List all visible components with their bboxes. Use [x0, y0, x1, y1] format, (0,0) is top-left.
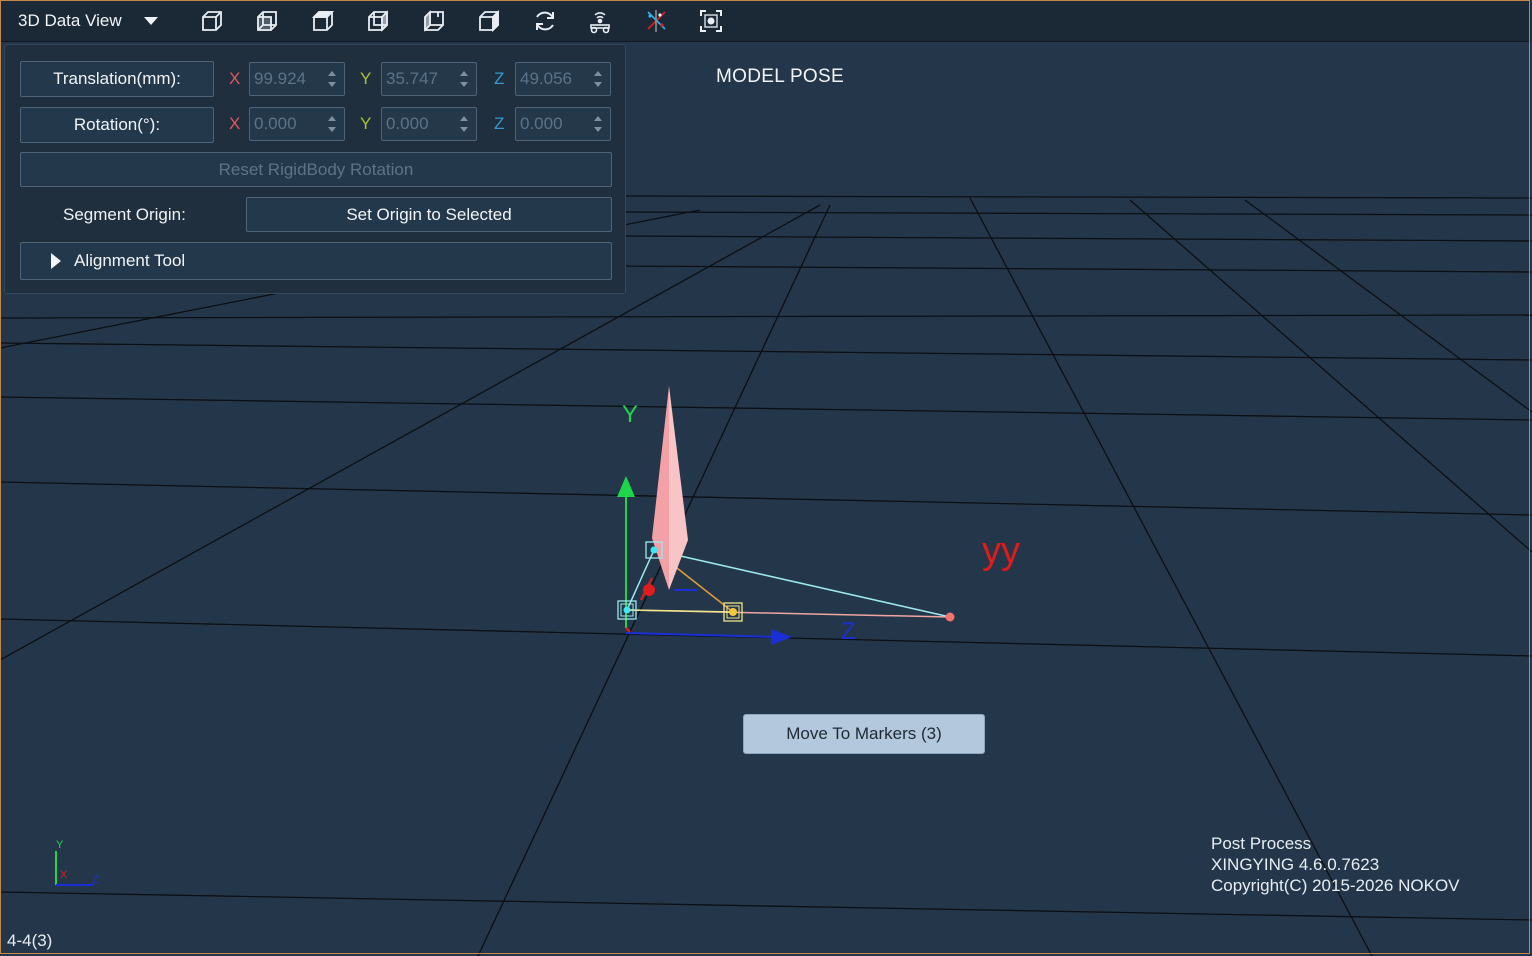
reset-rotation-button[interactable]: Reset RigidBody Rotation — [20, 152, 612, 187]
tracking-icon[interactable] — [586, 7, 614, 35]
translation-y-label: Y — [360, 69, 372, 88]
rotation-x-label: X — [229, 114, 241, 133]
view-selector[interactable]: 3D Data View — [1, 1, 181, 41]
axis-z-label: Z — [841, 618, 856, 645]
translation-x-spinbox[interactable]: 99.924 — [249, 62, 345, 96]
move-to-markers-button[interactable]: Move To Markers (3) — [743, 714, 985, 754]
translation-z-spinbox[interactable]: 49.056 — [515, 62, 611, 96]
focus-selection-icon[interactable] — [697, 7, 725, 35]
spin-up-icon[interactable] — [594, 71, 602, 76]
chevron-down-icon — [143, 17, 158, 25]
expand-arrow-icon — [51, 253, 61, 269]
mode-title: MODEL POSE — [716, 66, 844, 87]
translation-button[interactable]: Translation(mm): — [20, 61, 214, 97]
spin-up-icon[interactable] — [594, 116, 602, 121]
mini-axis-y: Y — [56, 839, 64, 851]
rotation-button[interactable]: Rotation(°): — [20, 107, 214, 143]
spin-down-icon[interactable] — [328, 127, 336, 132]
mini-axis-x: X — [60, 869, 68, 881]
cube-left-icon[interactable] — [420, 7, 448, 35]
info-copyright: Copyright(C) 2015-2026 NOKOV — [1211, 876, 1460, 895]
translation-z-value: 49.056 — [520, 69, 572, 88]
segment-label: yy — [982, 530, 1020, 572]
rotation-x-spinbox[interactable]: 0.000 — [249, 107, 345, 141]
spin-up-icon[interactable] — [328, 71, 336, 76]
rotation-z-value: 0.000 — [520, 114, 563, 133]
spin-down-icon[interactable] — [460, 127, 468, 132]
top-toolbar: 3D Data View — [1, 1, 1531, 42]
mini-axis-gizmo: Y X Z — [55, 839, 99, 886]
mini-axis-z: Z — [92, 874, 99, 886]
translation-z-label: Z — [494, 69, 505, 88]
rotation-y-spinbox[interactable]: 0.000 — [381, 107, 477, 141]
translation-y-spinbox[interactable]: 35.747 — [381, 62, 477, 96]
version-info: Post Process XINGYING 4.6.0.7623 Copyrig… — [1211, 833, 1460, 896]
spin-up-icon[interactable] — [460, 116, 468, 121]
rotation-y-value: 0.000 — [386, 114, 429, 133]
segment-origin-label: Segment Origin: — [63, 205, 186, 224]
cube-iso-icon[interactable] — [198, 7, 226, 35]
spin-down-icon[interactable] — [328, 82, 336, 87]
info-mode: Post Process — [1211, 834, 1312, 853]
rotation-x-value: 0.000 — [254, 114, 297, 133]
cube-top-icon[interactable] — [309, 7, 337, 35]
rotation-y-label: Y — [360, 114, 372, 133]
rotation-z-label: Z — [494, 114, 505, 133]
axis-scatter-icon[interactable] — [642, 7, 670, 35]
cube-front-icon[interactable] — [253, 7, 281, 35]
cube-right-icon[interactable] — [364, 7, 392, 35]
info-version: XINGYING 4.6.0.7623 — [1211, 855, 1380, 874]
alignment-tool-label: Alignment Tool — [74, 251, 186, 270]
spin-up-icon[interactable] — [328, 116, 336, 121]
translation-x-label: X — [229, 69, 241, 88]
translation-x-value: 99.924 — [254, 69, 306, 88]
axis-y-label: Y — [622, 401, 638, 428]
spin-down-icon[interactable] — [594, 127, 602, 132]
refresh-icon[interactable] — [531, 7, 559, 35]
model-pose-panel: Translation(mm): X 99.924 Y 35.747 Z 49.… — [4, 44, 626, 294]
rotation-z-spinbox[interactable]: 0.000 — [515, 107, 611, 141]
view-selector-label: 3D Data View — [18, 11, 122, 30]
spin-down-icon[interactable] — [460, 82, 468, 87]
rigid-body-model[interactable] — [617, 386, 955, 645]
spin-down-icon[interactable] — [594, 82, 602, 87]
spin-up-icon[interactable] — [460, 71, 468, 76]
translation-y-value: 35.747 — [386, 69, 438, 88]
set-origin-button[interactable]: Set Origin to Selected — [246, 197, 612, 232]
cube-back-icon[interactable] — [475, 7, 503, 35]
frame-status: 4-4(3) — [7, 931, 53, 950]
alignment-tool-expander[interactable]: Alignment Tool — [20, 242, 612, 280]
